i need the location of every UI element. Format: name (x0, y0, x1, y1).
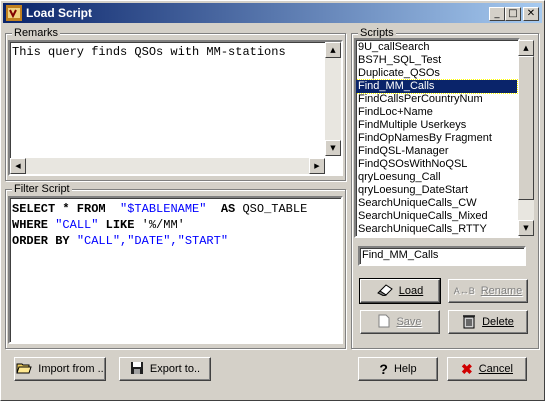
trash-icon (462, 313, 476, 332)
sql-token: AS (213, 202, 243, 216)
script-list-item[interactable]: qryLoesung_Call (356, 171, 517, 184)
cancel-label: Cancel (478, 363, 513, 375)
question-mark-icon: ? (379, 361, 388, 377)
script-list-item[interactable]: Duplicate_QSOs (356, 67, 517, 80)
script-list-item[interactable]: BS7H_SQL_Test (356, 54, 517, 67)
floppy-disk-icon (130, 361, 144, 378)
filter-script-text: SELECT * FROM "$TABLENAME" AS QSO_TABLE W… (12, 201, 307, 249)
scroll-up-icon[interactable]: ▲ (518, 40, 534, 56)
maximize-icon[interactable]: □ (505, 7, 521, 21)
scroll-left-icon[interactable]: ◀ (10, 158, 26, 174)
sql-token: QSO_TABLE (242, 202, 308, 216)
rename-button[interactable]: A↔B Rename (448, 279, 528, 303)
sql-token: SELECT * FROM (12, 202, 113, 216)
load-script-window: Load Script _ □ ✕ Remarks This query fin… (0, 0, 545, 401)
cancel-x-icon: ✖ (461, 360, 473, 377)
sql-token: '%/MM' (141, 218, 185, 232)
sql-token: "CALL","DATE","START" (76, 234, 229, 248)
script-name-value: Find_MM_Calls (362, 249, 439, 261)
script-list-item[interactable]: FindQSOsWithNoQSL (356, 158, 517, 171)
cancel-button[interactable]: ✖ Cancel (447, 357, 527, 381)
export-button[interactable]: Export to.. (119, 357, 211, 381)
script-list-item[interactable]: SearchUniqueCalls_CW (356, 197, 517, 210)
script-list-item[interactable]: FindOpNamesBy Fragment (356, 132, 517, 145)
sql-token: ORDER BY (12, 234, 77, 248)
script-list-item[interactable]: Find_MM_Calls (356, 79, 518, 94)
save-label: Save (396, 316, 422, 328)
help-label: Help (393, 363, 417, 375)
scroll-right-icon[interactable]: ▶ (309, 158, 325, 174)
save-button[interactable]: Save (360, 310, 440, 334)
remarks-label: Remarks (12, 27, 61, 39)
scroll-down-icon[interactable]: ▼ (325, 140, 341, 156)
title-bar[interactable]: Load Script _ □ ✕ (3, 3, 542, 23)
remarks-text: This query finds QSOs with MM-stations (12, 45, 286, 59)
filter-label: Filter Script (12, 183, 72, 195)
script-list-item[interactable]: FindMultiple Userkeys (356, 119, 517, 132)
folder-open-icon (16, 361, 32, 378)
help-button[interactable]: ? Help (358, 357, 438, 381)
scripts-vscroll[interactable]: ▲ ▼ (518, 40, 534, 236)
rename-icon: A↔B (453, 286, 475, 296)
sql-line: ORDER BY "CALL","DATE","START" (12, 233, 307, 249)
close-icon[interactable]: ✕ (523, 7, 539, 21)
document-icon (378, 314, 390, 331)
sql-token: LIKE (98, 218, 142, 232)
minimize-icon[interactable]: _ (489, 7, 505, 21)
scroll-thumb[interactable] (518, 56, 534, 200)
scroll-down-icon[interactable]: ▼ (518, 220, 534, 236)
script-list-item[interactable]: SearchUniqueCalls_RTTY (356, 223, 517, 236)
script-list-item[interactable]: FindLoc+Name (356, 106, 517, 119)
rename-label: Rename (480, 285, 523, 297)
delete-label: Delete (482, 316, 514, 328)
import-label: Import from .. (38, 363, 104, 375)
script-list-item[interactable]: qryLoesung_DateStart (356, 184, 517, 197)
eraser-icon (376, 283, 393, 299)
scripts-group: Scripts 9U_callSearch BS7H_SQL_Test Duplic… (351, 27, 539, 349)
remarks-group: Remarks This query finds QSOs with MM-st… (5, 27, 346, 181)
sql-token: "CALL" (55, 218, 99, 232)
filter-script-editor[interactable]: SELECT * FROM "$TABLENAME" AS QSO_TABLE W… (8, 196, 343, 344)
remarks-hscroll[interactable]: ◀ ▶ (10, 158, 325, 174)
script-list-item[interactable]: 9U_callSearch (356, 41, 517, 54)
sql-line: SELECT * FROM "$TABLENAME" AS QSO_TABLE (12, 201, 307, 217)
script-name-field[interactable]: Find_MM_Calls (358, 246, 526, 266)
scroll-up-icon[interactable]: ▲ (325, 42, 341, 58)
remarks-field[interactable]: This query finds QSOs with MM-stations ▲… (8, 40, 343, 176)
sql-token: WHERE (12, 218, 56, 232)
sql-line: WHERE "CALL" LIKE '%/MM' (12, 217, 307, 233)
scripts-list[interactable]: 9U_callSearch BS7H_SQL_Test Duplicate_QSOs… (354, 38, 520, 238)
script-list-item[interactable]: FindCallsPerCountryNum (356, 93, 517, 106)
window-title: Load Script (26, 6, 93, 20)
delete-button[interactable]: Delete (448, 310, 528, 334)
load-label: Load (398, 285, 424, 297)
load-button[interactable]: Load (359, 278, 441, 304)
filter-group: Filter Script SELECT * FROM "$TABLENAME"… (5, 183, 346, 349)
export-label: Export to.. (149, 363, 201, 375)
script-list-item[interactable]: FindQSL-Manager (356, 145, 517, 158)
sql-token: "$TABLENAME" (112, 202, 214, 216)
remarks-vscroll[interactable]: ▲ ▼ (325, 42, 341, 156)
app-icon[interactable] (6, 5, 22, 21)
script-list-item[interactable]: SearchUniqueCalls_Mixed (356, 210, 517, 223)
import-button[interactable]: Import from .. (14, 357, 106, 381)
